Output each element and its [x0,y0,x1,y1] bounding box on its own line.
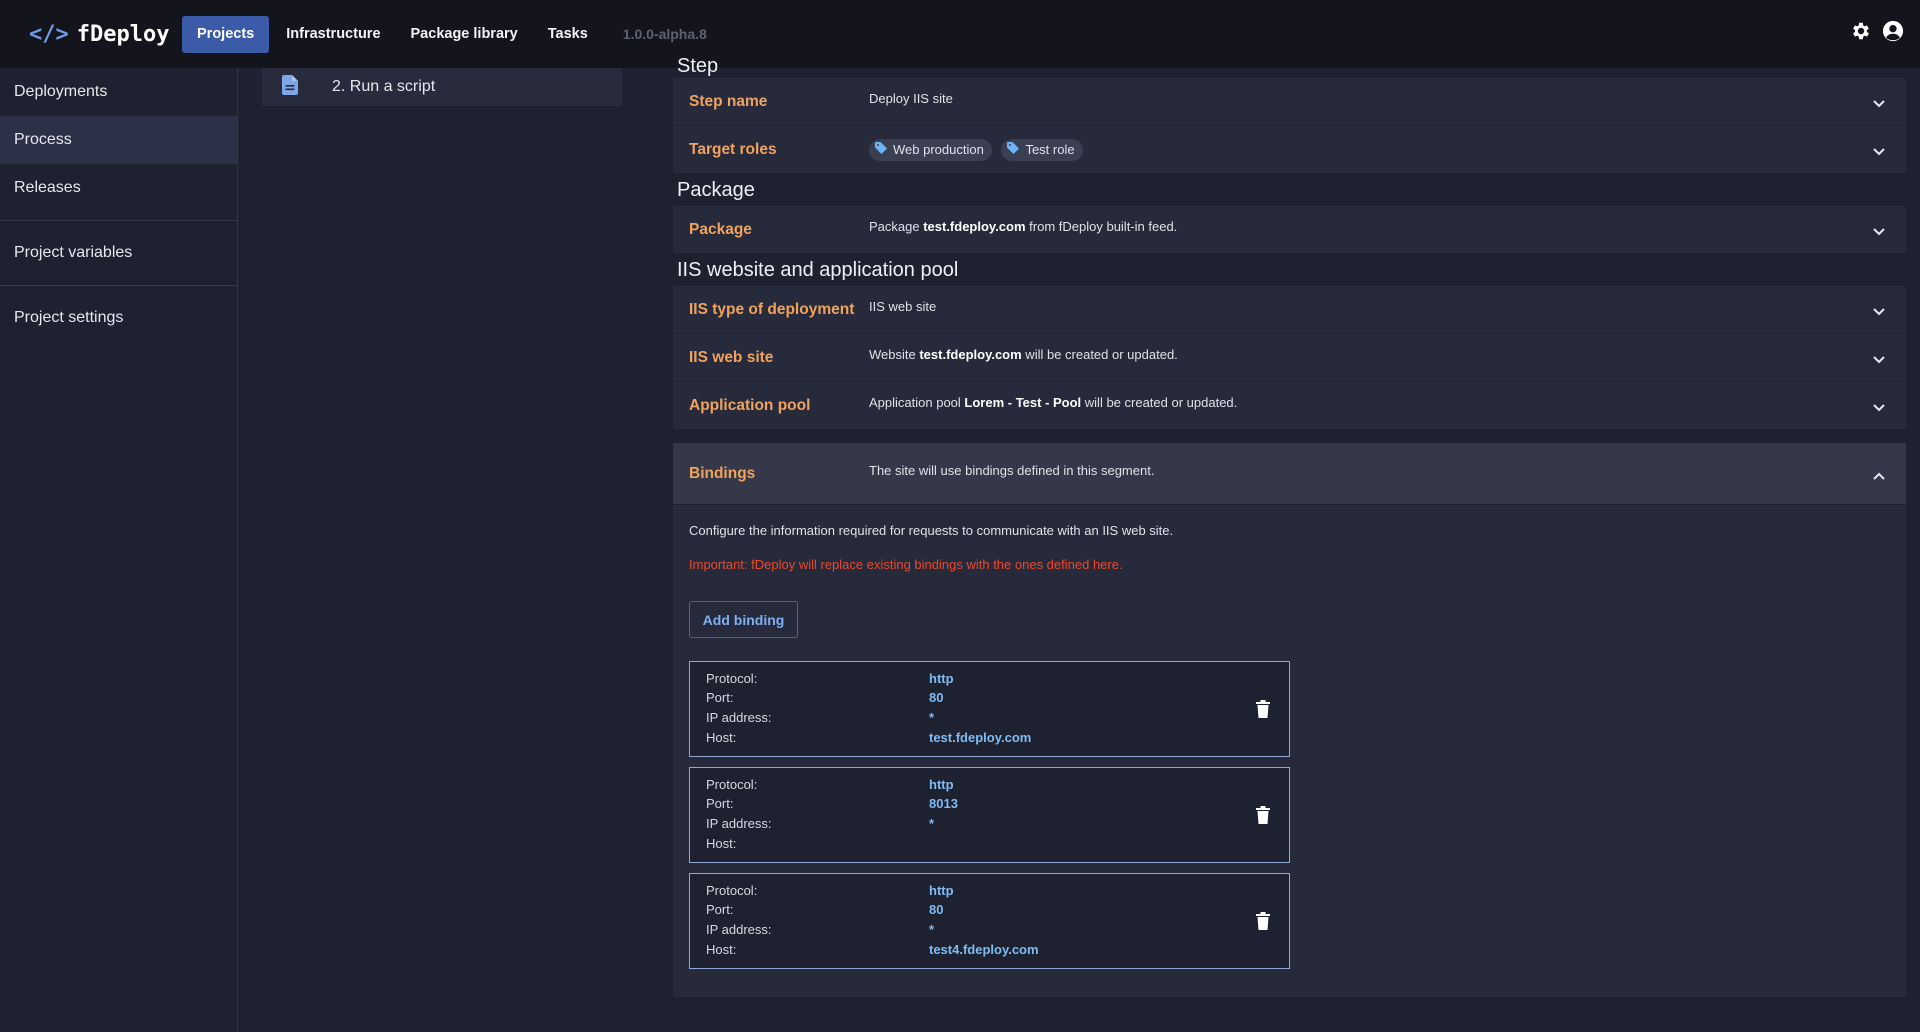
host-label: Host: [706,942,737,957]
protocol-value: http [929,883,954,898]
sidebar-item-process[interactable]: Process [0,116,237,164]
row-application-pool[interactable]: Application pool Application pool Lorem … [673,382,1906,430]
protocol-value: http [929,777,954,792]
ip-address-label: IP address: [706,816,772,831]
chevron-down-icon[interactable] [1872,224,1886,242]
step-editor: Step Step name Deploy IIS site Target ro… [673,54,1906,1032]
protocol-value: http [929,671,954,686]
application-pool-label: Application pool [689,396,811,414]
bindings-summary: The site will use bindings defined in th… [869,463,1155,478]
sidebar-divider [0,220,237,221]
iis-web-site-value: Website test.fdeploy.com will be created… [869,347,1178,362]
step-item-label: 2. Run a script [332,78,436,95]
document-icon [282,74,298,100]
iis-type-label: IIS type of deployment [689,300,855,318]
row-step-name[interactable]: Step name Deploy IIS site [673,78,1906,126]
host-value: test4.fdeploy.com [929,942,1039,957]
ip-address-value: * [929,816,935,831]
project-sidebar: Deployments Process Releases Project var… [0,68,238,1032]
port-value: 80 [929,902,944,917]
host-label: Host: [706,730,737,745]
section-title-step: Step [677,54,719,77]
protocol-label: Protocol: [706,671,758,686]
step-item-run-script[interactable]: 2. Run a script [262,68,622,106]
row-bindings[interactable]: Bindings The site will use bindings defi… [673,443,1906,505]
chevron-down-icon[interactable] [1872,304,1886,322]
iis-type-value: IIS web site [869,299,937,314]
app-name: fDeploy [76,21,170,47]
package-value: Package test.fdeploy.com from fDeploy bu… [869,219,1178,234]
add-binding-button[interactable]: Add binding [689,601,798,638]
nav-package-library[interactable]: Package library [396,16,533,53]
trash-icon[interactable] [1256,700,1270,723]
binding-card[interactable]: Protocol: Port: IP address: Host: http 8… [689,873,1290,969]
trash-icon[interactable] [1256,912,1270,935]
port-label: Port: [706,902,734,917]
process-steps-list: 2. Run a script [262,68,622,106]
ip-address-label: IP address: [706,922,772,937]
step-name-value: Deploy IIS site [869,91,953,106]
top-icons [1850,20,1904,42]
code-brackets-icon: </> [29,21,69,47]
target-roles-label: Target roles [689,140,777,158]
protocol-label: Protocol: [706,777,758,792]
role-tag: Test role [1001,138,1083,161]
ip-address-value: * [929,922,935,937]
sidebar-item-project-settings[interactable]: Project settings [0,294,237,342]
tag-icon [875,142,887,157]
bindings-panel: Configure the information required for r… [673,505,1906,997]
chevron-down-icon[interactable] [1872,144,1886,162]
step-name-label: Step name [689,92,768,110]
iis-web-site-label: IIS web site [689,348,774,366]
host-value: test.fdeploy.com [929,730,1032,745]
user-circle-icon[interactable] [1882,20,1904,42]
app-logo[interactable]: </> fDeploy [29,22,182,47]
bindings-info-text: Configure the information required for r… [689,523,1174,538]
trash-icon[interactable] [1256,806,1270,829]
bindings-label: Bindings [689,464,756,482]
chevron-down-icon[interactable] [1872,96,1886,114]
section-title-iis: IIS website and application pool [677,258,959,281]
sidebar-item-releases[interactable]: Releases [0,164,237,212]
application-pool-value: Application pool Lorem - Test - Pool wil… [869,395,1238,410]
target-roles-value: Web production Test role [869,138,1906,161]
bindings-warning-text: Important: fDeploy will replace existing… [689,557,1123,572]
package-label: Package [689,220,752,238]
main-nav: Projects Infrastructure Package library … [182,15,603,53]
port-label: Port: [706,690,734,705]
binding-card[interactable]: Protocol: Port: IP address: Host: http 8… [689,661,1290,757]
host-label: Host: [706,836,737,851]
ip-address-value: * [929,710,935,725]
sidebar-item-deployments[interactable]: Deployments [0,68,237,116]
role-tag-label: Test role [1025,142,1075,157]
nav-tasks[interactable]: Tasks [533,16,603,53]
chevron-up-icon[interactable] [1872,468,1886,486]
tag-icon [1007,142,1020,157]
row-package[interactable]: Package Package test.fdeploy.com from fD… [673,206,1906,254]
row-iis-web-site[interactable]: IIS web site Website test.fdeploy.com wi… [673,334,1906,382]
protocol-label: Protocol: [706,883,758,898]
sidebar-divider [0,285,237,286]
row-target-roles[interactable]: Target roles Web production Test role [673,126,1906,174]
gear-icon[interactable] [1850,20,1872,42]
port-value: 80 [929,690,944,705]
version-label: 1.0.0-alpha.8 [622,26,707,42]
section-title-package: Package [677,178,755,201]
ip-address-label: IP address: [706,710,772,725]
port-label: Port: [706,796,734,811]
nav-projects[interactable]: Projects [182,15,270,53]
sidebar-item-project-variables[interactable]: Project variables [0,229,237,277]
row-iis-type[interactable]: IIS type of deployment IIS web site [673,286,1906,334]
binding-card[interactable]: Protocol: Port: IP address: Host: http 8… [689,767,1290,863]
role-tag-label: Web production [893,142,984,157]
role-tag: Web production [869,138,992,161]
nav-infrastructure[interactable]: Infrastructure [271,16,395,53]
chevron-down-icon[interactable] [1872,400,1886,418]
chevron-down-icon[interactable] [1872,352,1886,370]
port-value: 8013 [929,796,958,811]
